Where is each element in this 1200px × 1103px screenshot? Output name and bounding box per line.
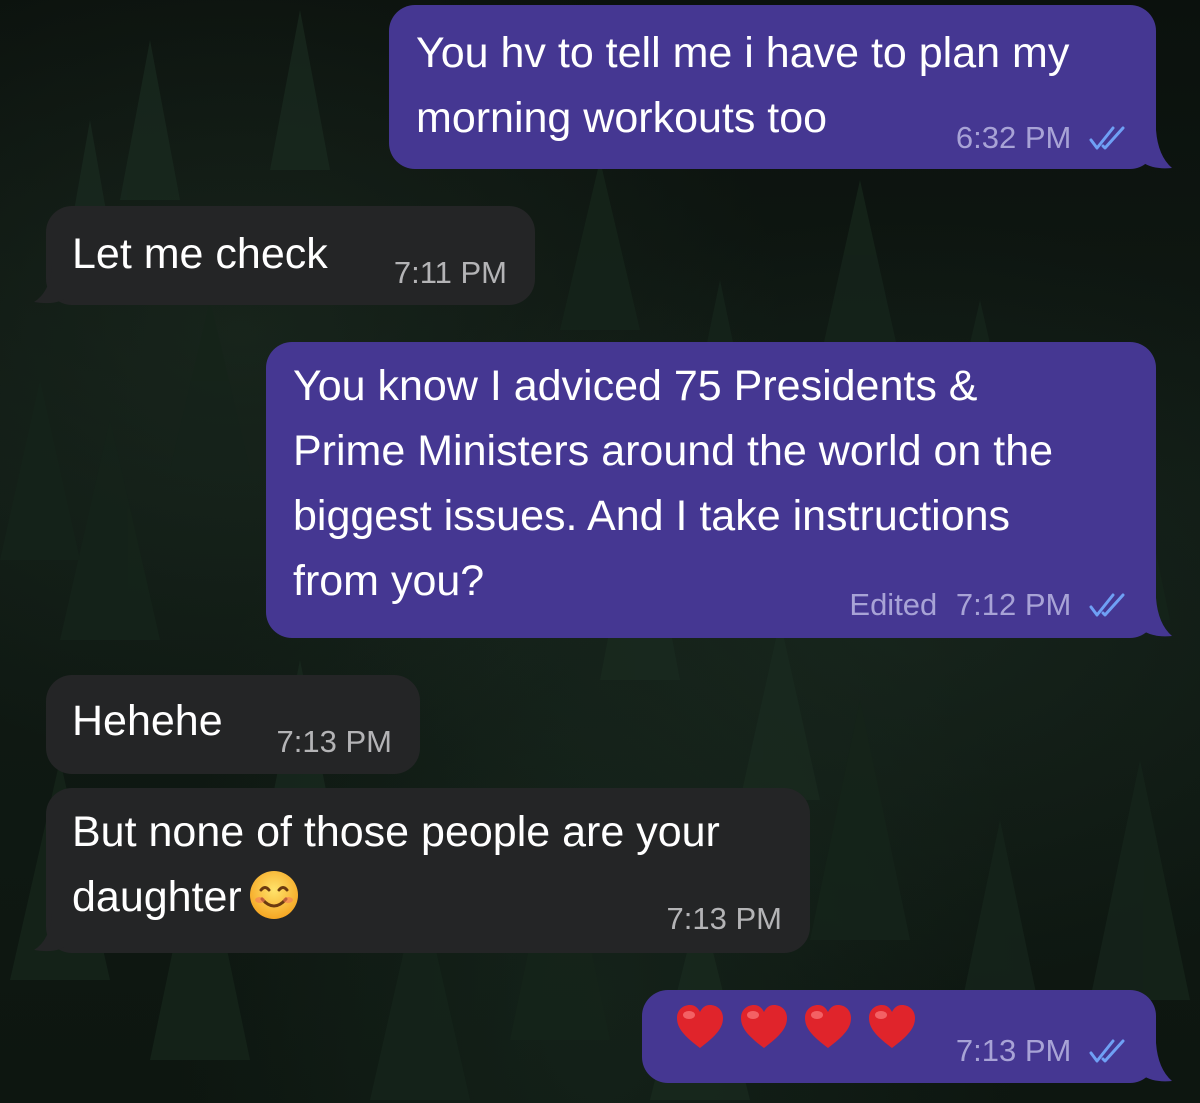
message-time: 7:13 PM	[276, 724, 392, 759]
bubble-tail-outgoing	[1140, 1043, 1172, 1082]
message-time: 7:13 PM	[955, 1033, 1072, 1068]
message-meta: Edited 7:12 PM	[849, 588, 1128, 622]
message-meta: 6:32 PM	[956, 121, 1128, 155]
message-time: 6:32 PM	[955, 120, 1072, 155]
emoji-row	[674, 1002, 918, 1054]
message-bubble-outgoing[interactable]: 7:13 PM	[642, 990, 1156, 1083]
message-time: 7:11 PM	[393, 255, 507, 290]
message-meta: 7:11 PM	[394, 256, 507, 290]
bubble-tail-incoming	[34, 266, 68, 304]
smiling-face-emoji	[249, 871, 298, 919]
message-text-body: But none of those people are your daught…	[72, 808, 720, 921]
message-time: 7:13 PM	[666, 901, 782, 936]
bubble-tail-outgoing	[1140, 130, 1172, 169]
message-text: Let me check	[72, 230, 328, 278]
message-meta: 7:13 PM	[277, 725, 392, 759]
message-bubble-incoming[interactable]: Hehehe 7:13 PM	[46, 675, 420, 774]
bubble-tail-outgoing	[1140, 598, 1172, 637]
message-bubble-outgoing[interactable]: You know I adviced 75 Presidents & Prime…	[266, 342, 1156, 638]
message-text: Hehehe	[72, 697, 223, 745]
double-check-read-icon	[1089, 1039, 1125, 1063]
red-heart-emoji	[805, 1005, 851, 1048]
bubble-tail-incoming	[34, 914, 68, 952]
message-meta: 7:13 PM	[667, 902, 782, 936]
red-heart-emoji	[869, 1005, 915, 1048]
message-bubble-incoming[interactable]: Let me check 7:11 PM	[46, 206, 535, 305]
message-text: But none of those people are your daught…	[72, 800, 720, 930]
message-time: 7:12 PM	[955, 587, 1072, 622]
double-check-read-icon	[1089, 593, 1125, 617]
message-bubble-outgoing[interactable]: You hv to tell me i have to plan my morn…	[389, 5, 1156, 169]
message-text: You know I adviced 75 Presidents & Prime…	[293, 362, 1054, 605]
red-heart-emoji	[677, 1005, 723, 1048]
edited-label: Edited	[849, 587, 938, 622]
double-check-read-icon	[1089, 126, 1125, 150]
message-bubble-incoming[interactable]: But none of those people are your daught…	[46, 788, 810, 953]
message-meta: 7:13 PM	[956, 1034, 1128, 1068]
red-heart-emoji	[741, 1005, 787, 1048]
